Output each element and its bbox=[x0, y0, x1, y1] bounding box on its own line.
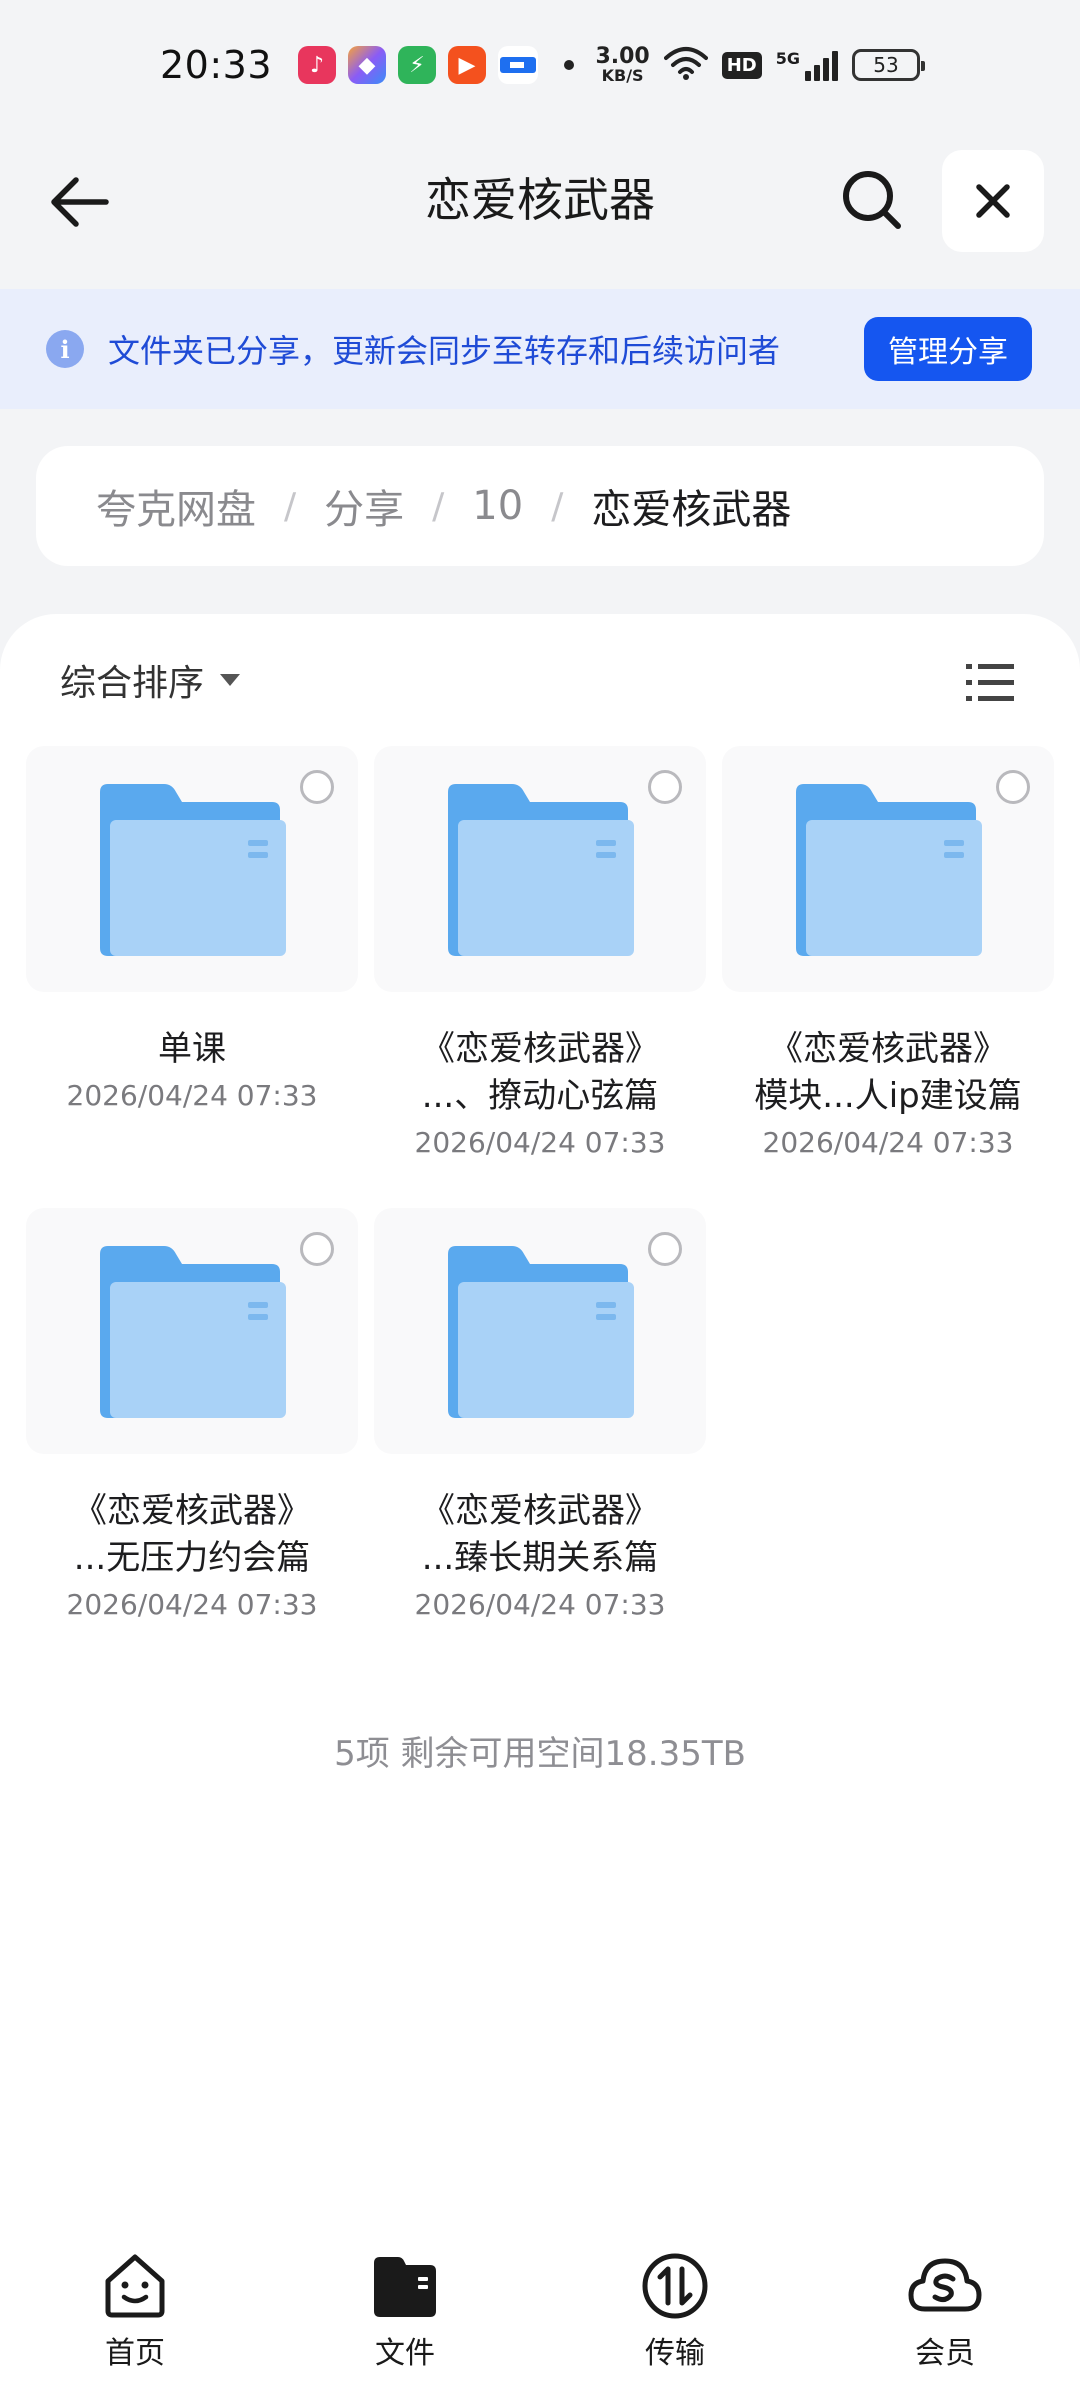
wifi-icon bbox=[663, 46, 708, 84]
battery-level: 53 bbox=[873, 53, 899, 77]
hd-badge: HD bbox=[721, 51, 762, 79]
breadcrumb: 夸克网盘 / 分享 / 10 / 恋爱核武器 bbox=[36, 446, 1044, 566]
network-speed: 3.00 KB/S bbox=[595, 44, 650, 85]
pay-app-icon bbox=[498, 46, 539, 84]
share-banner: i 文件夹已分享，更新会同步至转存和后续访问者 管理分享 bbox=[0, 289, 1080, 409]
nav-label: 会员 bbox=[915, 2336, 975, 2371]
breadcrumb-item-share[interactable]: 分享 bbox=[324, 477, 404, 535]
folder-thumbnail bbox=[26, 1208, 358, 1454]
battery-icon: 53 bbox=[852, 49, 925, 81]
membership-icon bbox=[907, 2248, 983, 2324]
back-arrow-icon bbox=[51, 177, 109, 227]
system-indicators: 3.00 KB/S HD 5G 53 bbox=[595, 44, 925, 85]
nav-item-files[interactable]: 文件 bbox=[270, 2230, 540, 2400]
folder-date: 2026/04/24 07:33 bbox=[414, 1126, 666, 1159]
nav-item-membership[interactable]: 会员 bbox=[810, 2230, 1080, 2400]
list-view-icon bbox=[966, 664, 1014, 701]
folder-icon bbox=[448, 1246, 634, 1418]
folder-thumbnail bbox=[374, 1208, 706, 1454]
folder-item[interactable]: 《恋爱核武器》 ...、撩动心弦篇 2026/04/24 07:33 bbox=[374, 746, 706, 1162]
info-icon: i bbox=[46, 330, 84, 368]
file-list-panel: 综合排序 单课 2026/04/24 07:33 《恋爱核武器》 ...、撩动心… bbox=[0, 614, 1080, 2400]
folder-icon bbox=[796, 784, 982, 956]
transfer-icon bbox=[637, 2248, 713, 2324]
folder-icon bbox=[100, 1246, 286, 1418]
breadcrumb-item-root[interactable]: 夸克网盘 bbox=[96, 477, 256, 535]
folder-icon bbox=[367, 2248, 443, 2324]
nav-label: 传输 bbox=[645, 2336, 705, 2371]
folder-name-line1: 《恋爱核武器》 bbox=[769, 1029, 1007, 1069]
folder-thumbnail bbox=[374, 746, 706, 992]
sort-label: 综合排序 bbox=[60, 663, 205, 704]
video-app-icon: ▶ bbox=[448, 46, 487, 84]
page-title: 恋爱核武器 bbox=[425, 173, 655, 227]
search-icon bbox=[843, 171, 901, 229]
share-notice-text: 文件夹已分享，更新会同步至转存和后续访问者 bbox=[108, 332, 781, 370]
select-radio[interactable] bbox=[300, 1232, 334, 1266]
folder-item[interactable]: 《恋爱核武器》 ...臻长期关系篇 2026/04/24 07:33 bbox=[374, 1208, 706, 1624]
folder-item[interactable]: 单课 2026/04/24 07:33 bbox=[26, 746, 358, 1115]
folder-item[interactable]: 《恋爱核武器》 ...无压力约会篇 2026/04/24 07:33 bbox=[26, 1208, 358, 1624]
folder-icon bbox=[448, 784, 634, 956]
music-app-icon: ♪ bbox=[298, 46, 337, 84]
folder-name-line2: ...无压力约会篇 bbox=[73, 1538, 311, 1578]
breadcrumb-separator: / bbox=[284, 485, 297, 527]
more-notifications-dot bbox=[564, 60, 575, 70]
folder-date: 2026/04/24 07:33 bbox=[66, 1588, 318, 1621]
bottom-nav: 首页 文件 传输 会员 bbox=[0, 2230, 1080, 2400]
folder-name-line1: 《恋爱核武器》 bbox=[421, 1029, 659, 1069]
status-time: 20:33 bbox=[160, 43, 273, 87]
folder-name-line1: 《恋爱核武器》 bbox=[73, 1491, 311, 1531]
folder-name-line1: 《恋爱核武器》 bbox=[421, 1491, 659, 1531]
folder-name-line2: ...、撩动心弦篇 bbox=[421, 1076, 659, 1116]
shortcut-app-icon: ◆ bbox=[348, 46, 387, 84]
folder-name: 单课 bbox=[158, 1029, 226, 1069]
select-radio[interactable] bbox=[300, 770, 334, 804]
nav-item-home[interactable]: 首页 bbox=[0, 2230, 270, 2400]
storage-summary: 5项 剩余可用空间18.35TB bbox=[334, 1734, 746, 1774]
folder-date: 2026/04/24 07:33 bbox=[66, 1079, 318, 1112]
select-radio[interactable] bbox=[648, 770, 682, 804]
folder-thumbnail bbox=[722, 746, 1054, 992]
manage-share-button[interactable]: 管理分享 bbox=[864, 317, 1032, 381]
nav-item-transfer[interactable]: 传输 bbox=[540, 2230, 810, 2400]
home-icon bbox=[97, 2248, 173, 2324]
close-icon bbox=[976, 184, 1010, 218]
close-button[interactable] bbox=[942, 150, 1044, 252]
folder-name-line2: 模块...人ip建设篇 bbox=[754, 1076, 1022, 1116]
breadcrumb-item-10[interactable]: 10 bbox=[472, 483, 523, 529]
select-radio[interactable] bbox=[996, 770, 1030, 804]
folder-item[interactable]: 《恋爱核武器》 模块...人ip建设篇 2026/04/24 07:33 bbox=[722, 746, 1054, 1162]
breadcrumb-item-current: 恋爱核武器 bbox=[591, 487, 792, 533]
nav-label: 首页 bbox=[105, 2336, 165, 2371]
status-bar: 20:33 ♪ ◆ ⚡ ▶ 3.00 KB/S HD 5G 53 bbox=[0, 0, 1080, 130]
search-button[interactable] bbox=[832, 160, 912, 240]
signal-icon: 5G bbox=[776, 49, 838, 81]
folder-date: 2026/04/24 07:33 bbox=[762, 1126, 1014, 1159]
back-button[interactable] bbox=[40, 162, 120, 242]
folder-thumbnail bbox=[26, 746, 358, 992]
nav-label: 文件 bbox=[375, 2336, 435, 2371]
sort-dropdown[interactable]: 综合排序 bbox=[60, 654, 241, 706]
folder-icon bbox=[100, 784, 286, 956]
breadcrumb-separator: / bbox=[551, 485, 564, 527]
select-radio[interactable] bbox=[648, 1232, 682, 1266]
caret-down-icon bbox=[220, 674, 241, 686]
list-view-toggle[interactable] bbox=[962, 654, 1018, 710]
title-bar: 恋爱核武器 bbox=[0, 138, 1080, 262]
security-app-icon: ⚡ bbox=[398, 46, 437, 84]
folder-date: 2026/04/24 07:33 bbox=[414, 1588, 666, 1621]
folder-name-line2: ...臻长期关系篇 bbox=[421, 1538, 659, 1578]
breadcrumb-separator: / bbox=[432, 485, 445, 527]
notification-icons: ♪ ◆ ⚡ ▶ bbox=[298, 46, 575, 84]
